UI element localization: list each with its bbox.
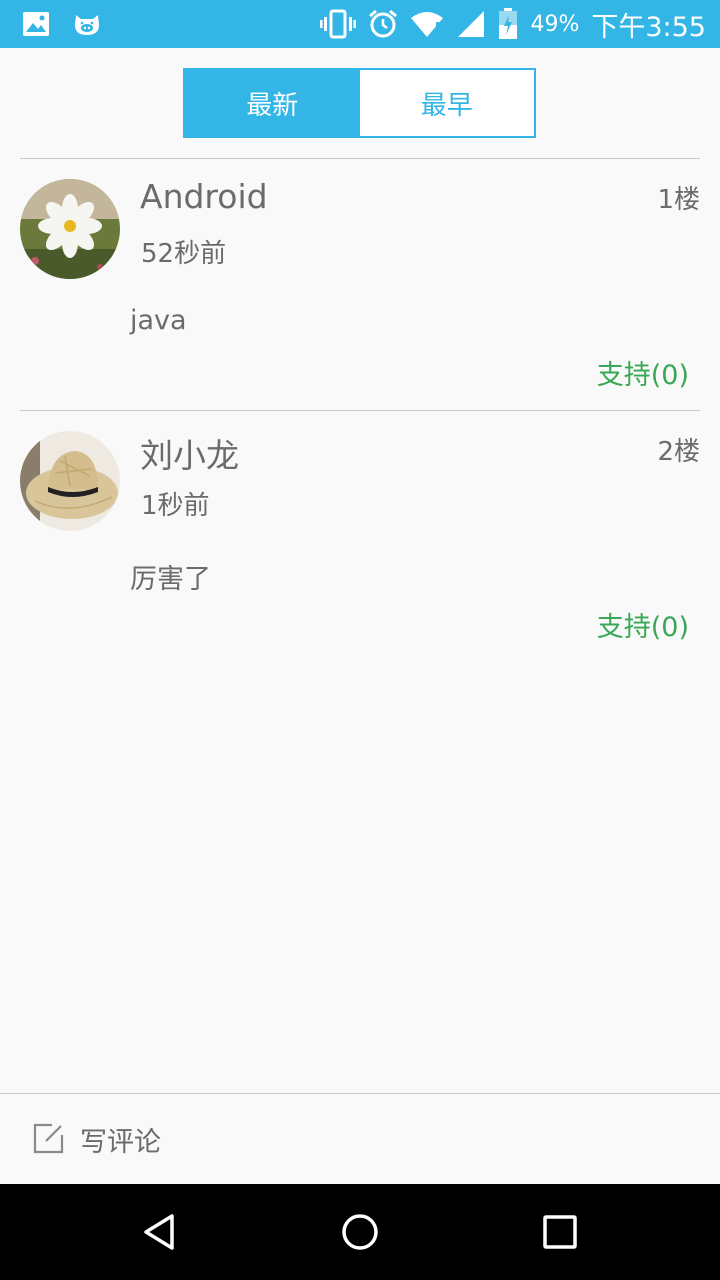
write-comment-button[interactable]: 写评论 [32, 1120, 161, 1159]
comment-time: 52秒前 [141, 239, 227, 269]
home-icon[interactable] [336, 1208, 384, 1256]
comment-time: 1秒前 [141, 491, 210, 521]
battery-icon [498, 8, 518, 40]
author-name: 刘小龙 [140, 436, 239, 475]
comment-content: 厉害了 [130, 564, 211, 595]
back-icon[interactable] [136, 1208, 184, 1256]
alarm-icon [368, 9, 398, 39]
status-bar: 49% 下午3:55 [0, 0, 720, 48]
recents-icon[interactable] [536, 1208, 584, 1256]
comment-item: Android 52秒前 1楼 java 支持(0) [0, 159, 720, 410]
signal-icon [456, 9, 486, 39]
avatar[interactable] [20, 431, 120, 531]
write-comment-bar: 写评论 [0, 1093, 720, 1184]
sort-tabs: 最新 最早 [183, 68, 536, 138]
edit-icon [32, 1122, 64, 1158]
avatar[interactable] [20, 179, 120, 279]
tab-oldest[interactable]: 最早 [359, 70, 534, 136]
support-button[interactable]: 支持(0) [597, 353, 689, 392]
flower-avatar-image [20, 179, 120, 279]
comment-content: java [130, 305, 187, 336]
tab-newest[interactable]: 最新 [185, 70, 360, 136]
cat-icon [72, 11, 102, 37]
comment-item: 刘小龙 1秒前 2楼 厉害了 支持(0) [0, 411, 720, 662]
image-icon [22, 11, 50, 37]
author-name: Android [140, 177, 268, 216]
clock: 下午3:55 [591, 11, 706, 43]
vibrate-icon [320, 9, 357, 39]
battery-percent: 49% [530, 11, 580, 37]
support-button[interactable]: 支持(0) [597, 605, 689, 644]
floor-number: 2楼 [657, 437, 700, 467]
navigation-bar [0, 1184, 720, 1280]
wifi-icon [410, 10, 444, 38]
write-comment-label: 写评论 [80, 1127, 161, 1158]
hat-avatar-image [20, 431, 120, 531]
floor-number: 1楼 [657, 185, 700, 215]
